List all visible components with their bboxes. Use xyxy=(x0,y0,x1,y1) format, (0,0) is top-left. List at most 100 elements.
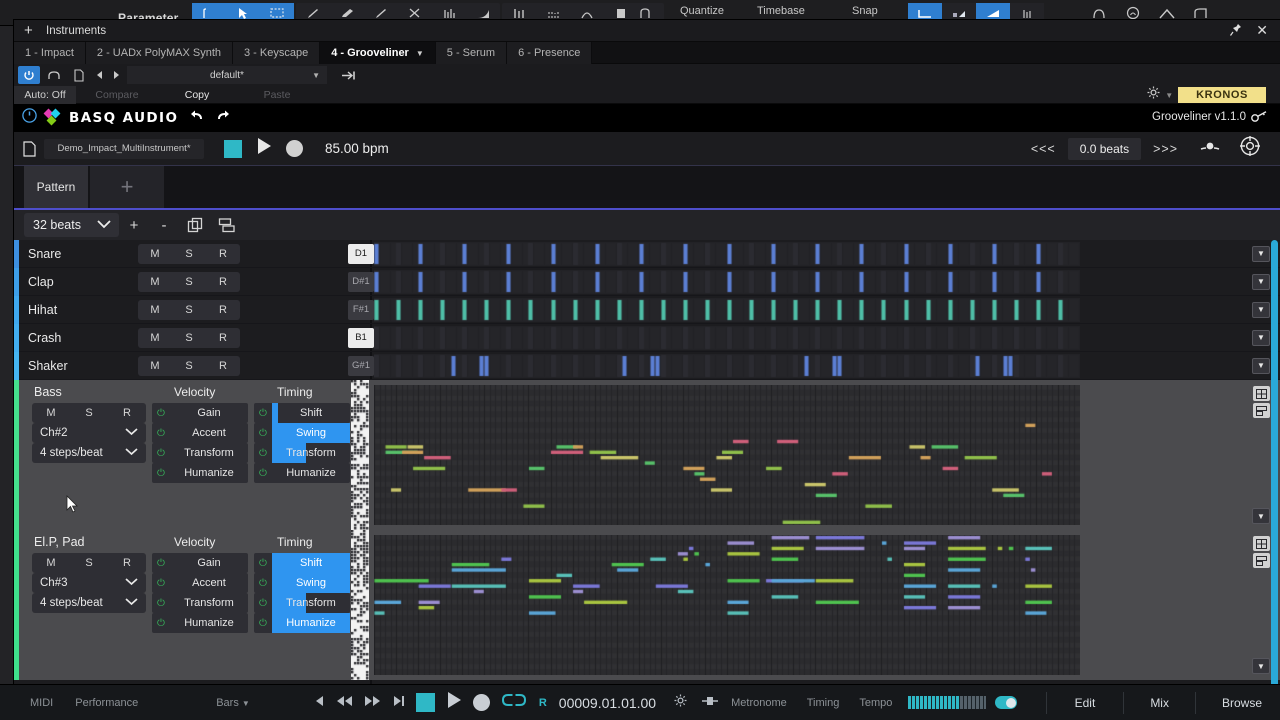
chevron-down-icon[interactable]: ▼ xyxy=(1252,508,1270,524)
module-label[interactable]: Accent xyxy=(170,423,248,443)
drum-step-grid[interactable] xyxy=(374,298,1080,322)
chevron-down-icon[interactable] xyxy=(125,428,138,438)
instrument-tab-4[interactable]: 4 - Grooveliner ▼ xyxy=(320,42,436,64)
record-button[interactable]: R xyxy=(206,244,240,264)
pattern-thumbnail[interactable] xyxy=(351,380,369,530)
mute-solo-record-group[interactable]: MSR xyxy=(138,328,240,348)
drum-step-grid[interactable] xyxy=(374,270,1080,294)
pattern-length-select[interactable]: 32 beats xyxy=(24,213,119,237)
drum-step-grid[interactable] xyxy=(374,326,1080,350)
next-icon[interactable] xyxy=(109,66,122,84)
stop-icon[interactable] xyxy=(224,140,242,158)
solo-button[interactable]: S xyxy=(70,403,108,423)
tempo-label[interactable]: Tempo xyxy=(859,697,892,709)
compare-button[interactable]: Compare xyxy=(76,86,158,104)
module-power-icon[interactable]: ⏻ xyxy=(254,618,272,629)
loop-icon[interactable] xyxy=(501,692,527,713)
solo-button[interactable]: S xyxy=(172,244,206,264)
play-icon[interactable] xyxy=(256,137,272,160)
module-power-icon[interactable]: ⏻ xyxy=(152,468,170,479)
drum-note-label[interactable]: F#1 xyxy=(348,300,374,320)
velocity-module[interactable]: ⏻ Gain xyxy=(152,403,248,423)
module-power-icon[interactable]: ⏻ xyxy=(152,448,170,459)
instrument-tab-strip[interactable]: 1 - Impact 2 - UADx PolyMAX Synth 3 - Ke… xyxy=(14,42,1280,64)
record-icon[interactable] xyxy=(286,140,303,157)
record-icon[interactable] xyxy=(473,694,490,711)
record-button[interactable]: R xyxy=(108,403,146,423)
instrument-tab-5[interactable]: 5 - Serum xyxy=(436,42,507,64)
module-label[interactable]: Gain xyxy=(170,403,248,423)
drum-track-row[interactable]: Hihat M S R F#1 ▼ xyxy=(14,296,1280,324)
chevron-down-icon[interactable]: ▼ xyxy=(1252,302,1270,318)
roll-view-buttons[interactable] xyxy=(1253,536,1270,570)
velocity-module[interactable]: ⏻ Accent xyxy=(152,573,248,593)
gear-icon[interactable] xyxy=(674,694,687,712)
instrument-tab-3[interactable]: 3 - Keyscape xyxy=(233,42,320,64)
load-icon[interactable] xyxy=(335,66,363,84)
listen-icon[interactable] xyxy=(1190,139,1230,158)
edit-button[interactable]: Edit xyxy=(1047,696,1124,710)
return-to-start-icon[interactable] xyxy=(312,694,325,712)
bpm-display[interactable]: 85.00 bpm xyxy=(325,141,389,156)
module-label[interactable]: Gain xyxy=(170,553,248,573)
module-power-icon[interactable]: ⏻ xyxy=(254,428,272,439)
solo-button[interactable]: S xyxy=(172,356,206,376)
chevron-down-icon[interactable]: ▼ xyxy=(1252,358,1270,374)
drum-note-label[interactable]: G#1 xyxy=(348,356,374,376)
roll-view-buttons[interactable] xyxy=(1253,386,1270,420)
chevron-down-icon[interactable] xyxy=(125,578,138,588)
duplicate-icon[interactable] xyxy=(179,217,211,234)
power-icon[interactable] xyxy=(18,66,40,84)
bars-select[interactable]: Bars ▼ xyxy=(216,697,250,709)
preset-name-field[interactable]: default* ▼ xyxy=(127,66,327,84)
piano-roll[interactable] xyxy=(374,535,1080,675)
layout-view-icon[interactable] xyxy=(1253,403,1270,418)
pattern-thumbnail[interactable] xyxy=(351,530,369,680)
pattern-tab-strip[interactable]: Pattern + xyxy=(14,166,1280,210)
mute-solo-record-group[interactable]: MSR xyxy=(138,300,240,320)
mute-solo-record-group[interactable]: MSR xyxy=(32,553,146,573)
module-power-icon[interactable]: ⏻ xyxy=(254,598,272,609)
vertical-scrollbar[interactable] xyxy=(1271,240,1278,706)
meter-toggle[interactable] xyxy=(995,696,1017,709)
solo-button[interactable]: S xyxy=(70,553,108,573)
mix-button[interactable]: Mix xyxy=(1124,696,1195,710)
key-icon[interactable] xyxy=(1251,110,1268,128)
headphone-icon[interactable] xyxy=(43,66,65,84)
module-label[interactable]: Transform xyxy=(170,593,248,613)
chevron-down-icon[interactable]: ▼ xyxy=(1252,274,1270,290)
chevron-down-icon[interactable]: ▼ xyxy=(1252,658,1270,674)
mute-solo-record-group[interactable]: MSR xyxy=(32,403,146,423)
rewind-icon[interactable] xyxy=(336,694,353,712)
chevron-down-icon[interactable]: ▼ xyxy=(242,699,250,708)
mute-button[interactable]: M xyxy=(138,244,172,264)
drum-step-grid[interactable] xyxy=(374,354,1080,378)
velocity-module[interactable]: ⏻ Humanize xyxy=(152,463,248,483)
timing-module[interactable]: ⏻ Humanize xyxy=(254,613,350,633)
module-power-icon[interactable]: ⏻ xyxy=(254,408,272,419)
drum-track-row[interactable]: Snare M S R D1 ▼ xyxy=(14,240,1280,268)
browse-button[interactable]: Browse xyxy=(1196,696,1280,710)
module-power-icon[interactable]: ⏻ xyxy=(152,578,170,589)
record-button[interactable]: R xyxy=(206,356,240,376)
timing-module[interactable]: ⏻ Transform xyxy=(254,593,350,613)
file-icon[interactable] xyxy=(14,141,44,157)
steps-per-beat-select[interactable]: 4 steps/beat xyxy=(32,593,146,613)
timing-module[interactable]: ⏻ Transform xyxy=(254,443,350,463)
module-power-icon[interactable]: ⏻ xyxy=(152,408,170,419)
power-icon[interactable] xyxy=(22,108,37,128)
velocity-module[interactable]: ⏻ Transform xyxy=(152,593,248,613)
prev-icon[interactable] xyxy=(93,66,106,84)
timing-module[interactable]: ⏻ Swing xyxy=(254,573,350,593)
module-power-icon[interactable]: ⏻ xyxy=(254,578,272,589)
module-power-icon[interactable]: ⏻ xyxy=(254,448,272,459)
split-icon[interactable] xyxy=(211,217,243,234)
module-power-icon[interactable]: ⏻ xyxy=(254,468,272,479)
velocity-module[interactable]: ⏻ Transform xyxy=(152,443,248,463)
chevron-down-icon[interactable]: ▼ xyxy=(1165,91,1173,100)
solo-button[interactable]: S xyxy=(172,300,206,320)
timing-module[interactable]: ⏻ Humanize xyxy=(254,463,350,483)
drum-track-row[interactable]: Shaker M S R G#1 ▼ xyxy=(14,352,1280,380)
chevron-down-icon[interactable] xyxy=(125,598,138,608)
mute-solo-record-group[interactable]: MSR xyxy=(138,356,240,376)
